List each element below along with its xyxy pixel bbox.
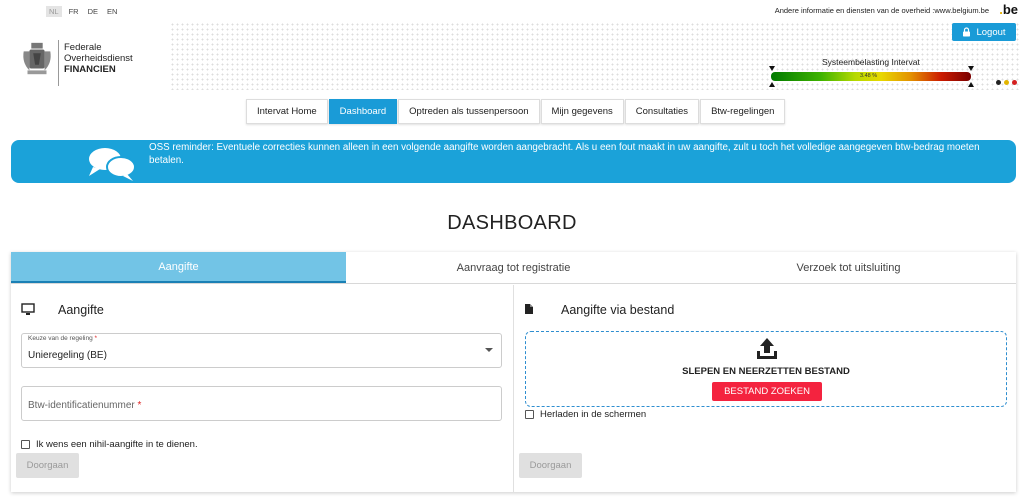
tab-verzoek-uitsluiting[interactable]: Verzoek tot uitsluiting — [681, 252, 1016, 283]
regeling-select-label: Keuze van de regeling * — [28, 335, 97, 342]
nav-mijn-gegevens[interactable]: Mijn gegevens — [540, 99, 624, 124]
regeling-label-text: Keuze van de regeling — [28, 335, 93, 342]
required-mark: * — [137, 400, 142, 411]
herladen-label: Herladen in de schermen — [540, 409, 647, 420]
lang-en[interactable]: EN — [105, 6, 119, 17]
aangifte-bestand-section: Aangifte via bestand SLEPEN EN NEERZETTE… — [513, 285, 1016, 492]
regeling-select[interactable]: Keuze van de regeling * Unieregeling (BE… — [21, 333, 502, 368]
upload-icon — [757, 338, 777, 359]
load-scale-end-top-marker — [968, 66, 974, 71]
herladen-checkbox[interactable] — [525, 410, 534, 419]
language-switcher: NL FR DE EN — [46, 6, 119, 17]
load-scale-start-bottom-marker — [769, 82, 775, 87]
tab-aangifte[interactable]: Aangifte — [11, 252, 346, 283]
status-lights — [996, 80, 1017, 85]
nav-btw-regelingen[interactable]: Btw-regelingen — [700, 99, 786, 124]
nav-tussenpersoon[interactable]: Optreden als tussenpersoon — [398, 99, 540, 124]
load-scale-start-top-marker — [769, 66, 775, 71]
bestand-section-title: Aangifte via bestand — [561, 303, 675, 317]
nihil-aangifte-checkbox[interactable] — [21, 440, 30, 449]
bestand-zoeken-button[interactable]: BESTAND ZOEKEN — [712, 382, 822, 401]
nav-consultaties[interactable]: Consultaties — [624, 99, 700, 124]
system-load-percent: 3.48 % — [860, 73, 878, 79]
oss-reminder-banner: OSS reminder: Eventuele correcties kunne… — [11, 140, 1016, 183]
nav-intervat-home[interactable]: Intervat Home — [246, 99, 328, 124]
logout-label: Logout — [976, 26, 1006, 38]
fod-financien-logo[interactable]: Federale Overheidsdienst FINANCIEN — [64, 42, 133, 75]
doorgaan-button-right[interactable]: Doorgaan — [519, 453, 582, 478]
lang-de[interactable]: DE — [86, 6, 100, 17]
system-load-label: Systeembelasting Intervat — [822, 57, 920, 67]
btw-id-input[interactable]: Btw-identificatienummer * — [21, 386, 502, 421]
nihil-aangifte-option: Ik wens een nihil-aangifte in te dienen. — [21, 439, 198, 450]
nihil-aangifte-label: Ik wens een nihil-aangifte in te dienen. — [36, 439, 198, 450]
status-light-yellow — [1004, 80, 1009, 85]
dashboard-panel: Aangifte Aanvraag tot registratie Verzoe… — [11, 252, 1016, 492]
lock-icon — [963, 27, 971, 37]
belgium-logo[interactable]: .be — [999, 2, 1018, 17]
chevron-down-icon — [485, 348, 493, 352]
file-icon — [525, 304, 533, 314]
herladen-option: Herladen in de schermen — [525, 409, 646, 420]
government-info-link[interactable]: Andere informatie en diensten van de ove… — [775, 6, 989, 15]
dropzone-text: SLEPEN EN NEERZETTEN BESTAND — [682, 366, 850, 377]
logo-separator — [58, 40, 59, 86]
file-dropzone[interactable]: SLEPEN EN NEERZETTEN BESTAND BESTAND ZOE… — [525, 331, 1007, 407]
load-scale-end-bottom-marker — [968, 82, 974, 87]
logo-line-2: Overheidsdienst — [64, 53, 133, 64]
oss-reminder-text: OSS reminder: Eventuele correcties kunne… — [149, 142, 980, 166]
be-logo-text: be — [1002, 2, 1018, 17]
regeling-selected-value: Unieregeling (BE) — [28, 350, 107, 361]
main-navigation: Intervat Home Dashboard Optreden als tus… — [246, 99, 786, 124]
btw-id-placeholder: Btw-identificatienummer * — [28, 400, 141, 411]
required-mark: * — [94, 335, 98, 342]
logo-line-1: Federale — [64, 42, 102, 53]
status-light-black — [996, 80, 1001, 85]
aangifte-section-title: Aangifte — [58, 303, 104, 317]
page-title: DASHBOARD — [447, 212, 577, 234]
nav-dashboard[interactable]: Dashboard — [328, 99, 398, 124]
belgian-crest-icon — [23, 42, 51, 75]
lang-nl[interactable]: NL — [46, 6, 62, 17]
logo-line-3: FINANCIEN — [64, 64, 116, 75]
aangifte-form-section: Aangifte Keuze van de regeling * Uniereg… — [11, 285, 512, 492]
btw-id-placeholder-text: Btw-identificatienummer — [28, 400, 135, 411]
logout-button[interactable]: Logout — [952, 23, 1016, 41]
status-light-red — [1012, 80, 1017, 85]
lang-fr[interactable]: FR — [67, 6, 81, 17]
tab-bar: Aangifte Aanvraag tot registratie Verzoe… — [11, 252, 1016, 284]
tab-aanvraag-registratie[interactable]: Aanvraag tot registratie — [346, 252, 681, 283]
doorgaan-button-left[interactable]: Doorgaan — [16, 453, 79, 478]
chat-bubbles-icon — [89, 148, 136, 181]
monitor-icon — [21, 303, 35, 315]
